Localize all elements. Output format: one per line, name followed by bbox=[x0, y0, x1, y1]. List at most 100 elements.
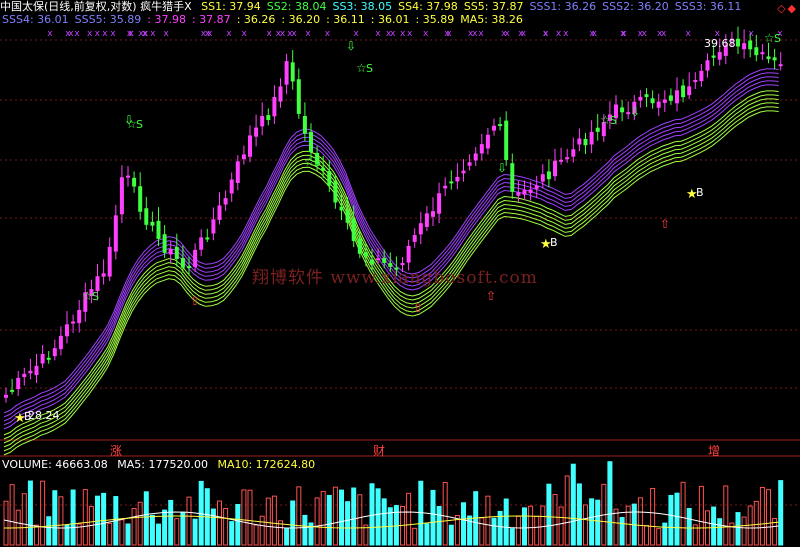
volume-bar bbox=[467, 515, 473, 546]
candle-body bbox=[449, 181, 454, 184]
signal-marker: x bbox=[110, 29, 116, 39]
volume-bar bbox=[101, 492, 107, 546]
candle-body bbox=[424, 213, 429, 227]
volume-bar bbox=[332, 486, 338, 546]
candle-body bbox=[187, 266, 191, 269]
volume-bar bbox=[326, 494, 332, 546]
signal-marker: x bbox=[95, 29, 101, 39]
star-icon: ★ bbox=[14, 411, 26, 426]
candle-body bbox=[339, 206, 344, 211]
signal-marker: x bbox=[205, 29, 211, 39]
volume-bar bbox=[522, 507, 527, 546]
event-marker-1[interactable]: 涨 bbox=[110, 442, 122, 459]
sell-marker: S bbox=[314, 156, 321, 169]
volume-bar bbox=[723, 485, 729, 546]
candle-body bbox=[180, 257, 185, 268]
candle-body bbox=[290, 62, 295, 82]
volume-bar bbox=[674, 492, 680, 546]
candle-body bbox=[546, 171, 551, 180]
event-marker-3[interactable]: 增 bbox=[708, 442, 720, 459]
signal-marker: x bbox=[375, 29, 381, 39]
candle-body bbox=[22, 373, 27, 378]
signal-marker: x bbox=[74, 29, 80, 39]
candle-body bbox=[156, 220, 161, 239]
candle-body bbox=[241, 154, 246, 160]
candle-body bbox=[101, 273, 106, 277]
volume-bar bbox=[27, 480, 33, 546]
volume-bar bbox=[320, 490, 326, 546]
signal-marker: x bbox=[423, 29, 429, 39]
candle-body bbox=[150, 221, 155, 226]
candle-body bbox=[589, 131, 594, 145]
candle-body bbox=[559, 159, 564, 162]
volume-bar bbox=[515, 515, 521, 546]
candle-body bbox=[266, 115, 271, 121]
signal-marker: x bbox=[661, 29, 667, 39]
candle-body bbox=[742, 43, 747, 50]
signal-marker: x bbox=[504, 29, 510, 39]
volume-bar bbox=[351, 487, 357, 546]
volume-bar bbox=[143, 491, 149, 546]
volume-bar bbox=[125, 523, 131, 546]
volume-bar bbox=[430, 489, 436, 546]
candle-body bbox=[699, 70, 704, 82]
signal-marker: x bbox=[241, 29, 247, 39]
candle-body bbox=[431, 211, 435, 217]
candle-body bbox=[498, 124, 503, 127]
volume-bar bbox=[753, 500, 759, 546]
volume-bar bbox=[381, 498, 387, 546]
candle-body bbox=[668, 95, 673, 101]
signal-marker: x bbox=[563, 29, 569, 39]
volume-bar bbox=[131, 507, 137, 546]
volume-bar bbox=[235, 504, 241, 546]
signal-marker: x bbox=[407, 29, 413, 39]
signal-marker: x bbox=[478, 29, 484, 39]
event-marker-2[interactable]: 财 bbox=[373, 442, 385, 459]
candle-body bbox=[65, 324, 69, 337]
candle-body bbox=[126, 175, 130, 178]
candle-body bbox=[748, 40, 753, 50]
candle-body bbox=[687, 86, 692, 96]
signal-marker: x bbox=[127, 29, 133, 39]
star-icon: ★ bbox=[686, 187, 698, 202]
signal-marker: x bbox=[400, 29, 406, 39]
volume-bar bbox=[180, 511, 186, 546]
arrow-down-icon: ⇩ bbox=[124, 113, 134, 127]
volume-bar bbox=[40, 480, 46, 546]
candle-body bbox=[437, 193, 442, 214]
volume-bar bbox=[735, 512, 741, 546]
candle-body bbox=[662, 99, 667, 103]
volume-bar bbox=[119, 519, 125, 546]
volume-bar bbox=[766, 489, 771, 546]
volume-bar bbox=[595, 499, 601, 546]
volume-bar bbox=[442, 481, 448, 546]
candle-body bbox=[10, 389, 15, 392]
candle-body bbox=[492, 125, 496, 131]
candle-body bbox=[235, 161, 240, 184]
candle-body bbox=[327, 171, 332, 186]
volume-bar bbox=[741, 516, 747, 546]
signal-marker: x bbox=[446, 29, 452, 39]
volume-bar bbox=[137, 501, 143, 546]
candle-body bbox=[46, 357, 51, 360]
candle-body bbox=[485, 134, 490, 149]
volume-bar bbox=[247, 489, 253, 546]
volume-bar bbox=[302, 514, 308, 546]
signal-marker: x bbox=[543, 29, 549, 39]
candle-body bbox=[351, 218, 356, 241]
candle-body bbox=[302, 116, 307, 134]
candle-body bbox=[107, 246, 112, 277]
signal-marker: x bbox=[685, 29, 691, 39]
volume-bar bbox=[253, 524, 259, 546]
signal-marker: x bbox=[749, 29, 755, 39]
candle-body bbox=[461, 170, 466, 174]
arrow-up-icon: ⇧ bbox=[413, 301, 423, 315]
volume-bar bbox=[271, 495, 277, 546]
candle-body bbox=[309, 131, 313, 153]
volume-bar bbox=[680, 481, 686, 546]
signal-marker: x bbox=[266, 29, 272, 39]
candle-body bbox=[736, 38, 740, 47]
volume-bar bbox=[485, 495, 491, 546]
high-price-label: 39.68 bbox=[704, 37, 736, 50]
signal-marker: x bbox=[621, 29, 627, 39]
